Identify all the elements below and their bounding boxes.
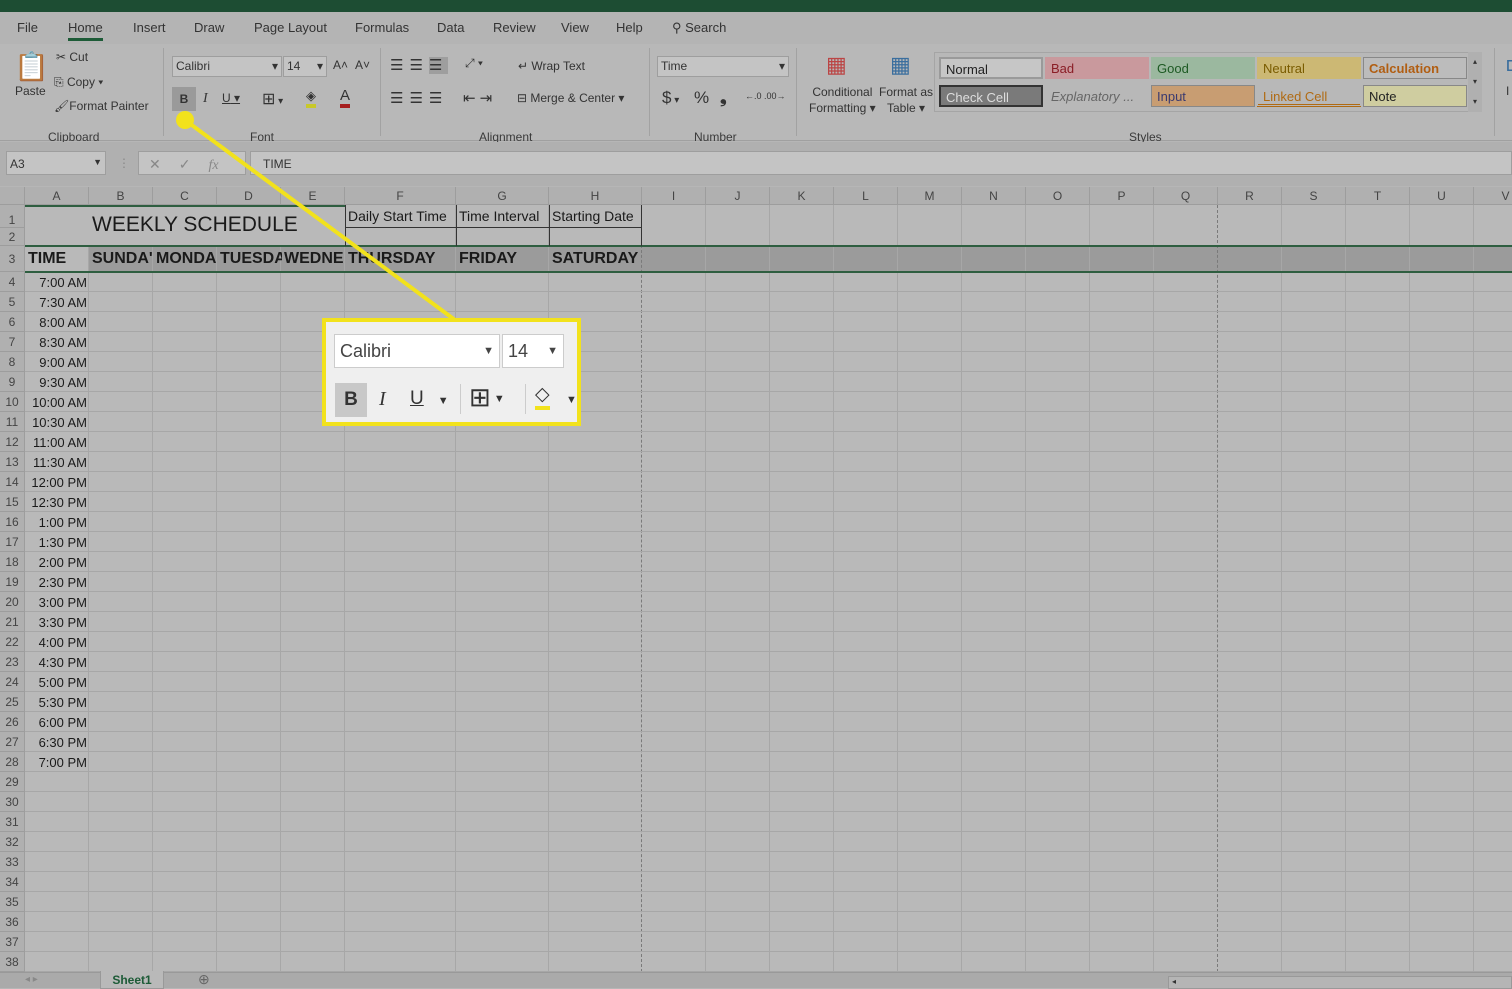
callout-underline-button: U ▼	[410, 388, 449, 409]
callout-fill-color-icon: ◇	[535, 384, 550, 410]
callout-bold-button: B	[335, 383, 367, 417]
zoom-callout: Calibri ▼ 14 ▼ B I U ▼ ⊞ ▼ ◇ ▼	[322, 318, 581, 426]
callout-font-size: 14 ▼	[502, 334, 564, 368]
callout-line	[183, 118, 457, 322]
callout-dot	[176, 111, 194, 129]
callout-borders-icon: ⊞ ▼	[469, 382, 505, 412]
callout-font-name: Calibri ▼	[334, 334, 500, 368]
callout-pointer	[176, 111, 457, 322]
callout-italic-button: I	[379, 388, 386, 410]
